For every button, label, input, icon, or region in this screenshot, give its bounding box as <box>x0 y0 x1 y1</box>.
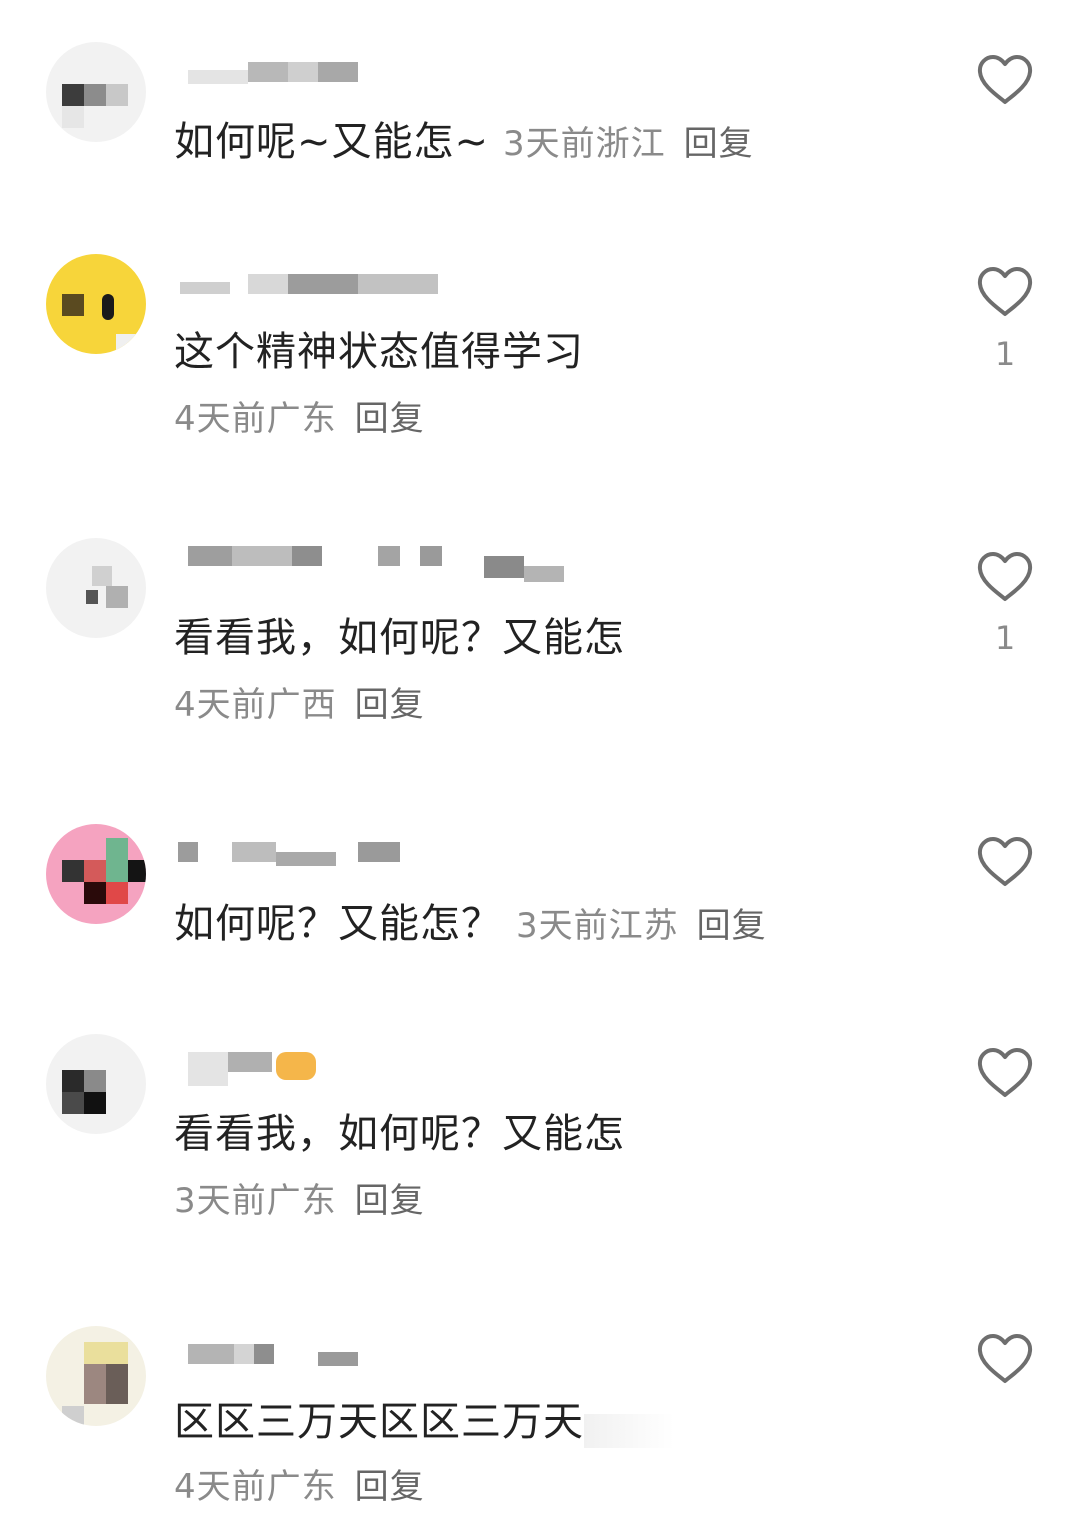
comment-meta: 4天前广东 回复 <box>174 1470 425 1504</box>
comment-time: 4天前 <box>174 685 267 725</box>
comment-text: 区区三万天区区三万天 <box>174 1399 584 1445</box>
comment-text: 如何呢~又能怎~ <box>174 119 490 165</box>
avatar[interactable] <box>46 1034 146 1134</box>
like-count: 1 <box>994 335 1016 373</box>
comment-location: 广东 <box>266 399 337 439</box>
comment-line: 如何呢？又能怎？ 3天前江苏 回复 <box>174 904 767 944</box>
comment-line: 区区三万天区区三万天 <box>174 1402 674 1448</box>
like-button[interactable] <box>976 1047 1034 1099</box>
comment-line: 如何呢~又能怎~ 3天前浙江 回复 <box>174 122 754 162</box>
avatar[interactable] <box>46 1326 146 1426</box>
comment-time: 4天前 <box>174 399 267 439</box>
reply-button[interactable]: 回复 <box>355 399 425 439</box>
comment-location: 广东 <box>266 1181 337 1221</box>
like-button[interactable] <box>976 266 1034 318</box>
comment-text: 看看我，如何呢？又能怎 <box>174 1111 625 1157</box>
reply-button[interactable]: 回复 <box>355 1181 425 1221</box>
avatar[interactable] <box>46 538 146 638</box>
comment-item: 如何呢~又能怎~ 3天前浙江 回复 <box>0 0 1080 200</box>
like-count: 1 <box>994 619 1016 657</box>
avatar[interactable] <box>46 824 146 924</box>
heart-outline-icon <box>977 267 1033 316</box>
reply-button[interactable]: 回复 <box>697 906 767 946</box>
avatar[interactable] <box>46 42 146 142</box>
reply-button[interactable]: 回复 <box>684 124 754 164</box>
comment-meta: 4天前广东 回复 <box>174 402 425 436</box>
comment-time: 3天前 <box>503 124 596 164</box>
comment-time: 4天前 <box>174 1467 267 1507</box>
comment-text: 这个精神状态值得学习 <box>174 329 584 375</box>
comment-list: 如何呢~又能怎~ 3天前浙江 回复 这个精神状态值得学习 4天前广东 回复 1 … <box>0 0 1080 1539</box>
comment-time: 3天前 <box>174 1181 267 1221</box>
comment-location: 广西 <box>266 685 337 725</box>
reply-button[interactable]: 回复 <box>355 1467 425 1507</box>
redacted-text <box>584 1413 674 1448</box>
like-button[interactable] <box>976 1333 1034 1385</box>
heart-outline-icon <box>977 552 1033 601</box>
heart-outline-icon <box>977 1334 1033 1383</box>
like-button[interactable] <box>976 551 1034 603</box>
like-button[interactable] <box>976 836 1034 888</box>
heart-outline-icon <box>977 55 1033 104</box>
like-button[interactable] <box>976 54 1034 106</box>
heart-outline-icon <box>977 837 1033 886</box>
reply-button[interactable]: 回复 <box>355 685 425 725</box>
comment-location: 浙江 <box>595 124 666 164</box>
comment-text: 看看我，如何呢？又能怎 <box>174 615 625 661</box>
comment-text: 如何呢？又能怎？ <box>174 901 502 947</box>
comment-meta: 3天前广东 回复 <box>174 1184 425 1218</box>
comment-location: 江苏 <box>608 906 679 946</box>
avatar[interactable] <box>46 254 146 354</box>
comment-location: 广东 <box>266 1467 337 1507</box>
heart-outline-icon <box>977 1048 1033 1097</box>
comment-meta: 4天前广西 回复 <box>174 688 425 722</box>
comment-time: 3天前 <box>516 906 609 946</box>
